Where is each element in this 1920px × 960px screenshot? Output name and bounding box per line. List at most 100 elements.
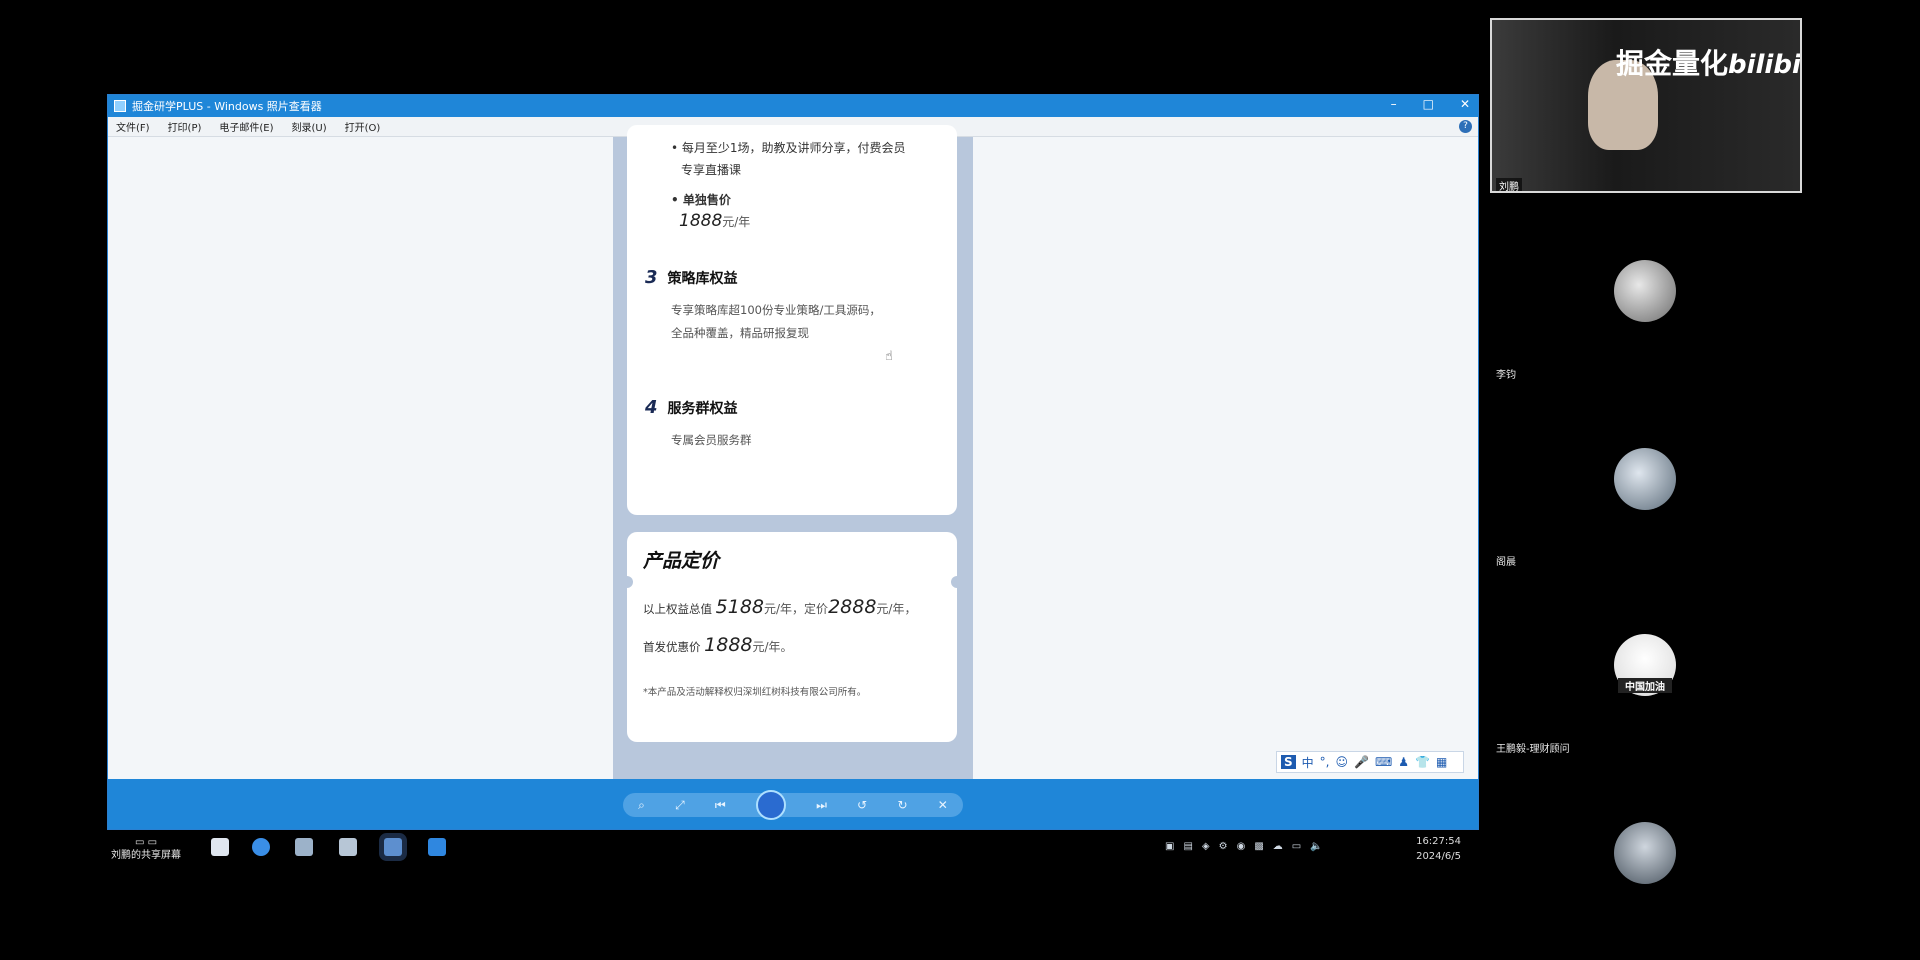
sogou-icon[interactable]: S <box>1281 755 1296 769</box>
single-price: 1888元/年 <box>679 211 750 231</box>
playback-controls: ⌕ ⤢ ⏮ ⏭ ↺ ↻ ✕ <box>623 790 963 820</box>
network-icon[interactable]: ▭ <box>1292 841 1301 852</box>
slideshow-button[interactable] <box>755 790 786 820</box>
tray-icon-4[interactable]: ⚙ <box>1219 841 1228 852</box>
ticket-notch-right <box>951 576 963 588</box>
footnote: *本产品及活动解释权归深圳红树科技有限公司所有。 <box>643 687 867 698</box>
rotate-right-icon[interactable]: ↻ <box>897 798 907 812</box>
clock-date: 2024/6/5 <box>1416 851 1461 862</box>
pricing-title: 产品定价 <box>643 550 720 572</box>
file-explorer-icon[interactable] <box>211 838 229 856</box>
tray-icon-1[interactable]: ▣ <box>1165 841 1174 852</box>
viewer-toolbar: ⌕ ⤢ ⏮ ⏭ ↺ ↻ ✕ <box>108 779 1478 829</box>
punctuation-icon[interactable]: °, <box>1320 755 1330 769</box>
section-4-number: 4 <box>645 397 658 418</box>
pricing-line-2: 首发优惠价 1888元/年。 <box>643 634 793 656</box>
watermark-text: 掘金量化 <box>1616 47 1729 80</box>
mic-icon[interactable]: 🎤 <box>1354 755 1369 769</box>
maximize-button[interactable]: □ <box>1423 97 1434 111</box>
share-label: 刘鹏的共享屏幕 <box>111 850 181 861</box>
close-button[interactable]: ✕ <box>1460 97 1470 111</box>
section-4-title: 服务群权益 <box>667 400 738 417</box>
participant-avatar-2[interactable] <box>1614 448 1676 510</box>
emoji-icon[interactable]: ☺ <box>1336 755 1349 769</box>
clock[interactable]: 16:27:54 2024/6/5 <box>1416 834 1461 864</box>
pricing-list-value: 2888 <box>828 596 877 618</box>
help-icon[interactable]: ? <box>1459 120 1472 133</box>
window-titlebar: 掘金研学PLUS - Windows 照片查看器 – □ ✕ <box>108 95 1478 117</box>
tray-icon-3[interactable]: ◈ <box>1202 841 1210 852</box>
bullet-text: • 每月至少1场，助教及讲师分享，付费会员 <box>671 141 906 155</box>
ime-toolbar[interactable]: S 中 °, ☺ 🎤 ⌨ ♟ 👕 ▦ <box>1276 751 1464 773</box>
fit-icon[interactable]: ⤢ <box>675 798 685 813</box>
section-3-title: 策略库权益 <box>667 270 738 287</box>
pricing-line-1: 以上权益总值 5188元/年，定价2888元/年， <box>643 596 916 618</box>
previous-icon[interactable]: ⏮ <box>715 798 726 813</box>
participant-name-3: 王鹏毅-理财顾问 <box>1496 744 1570 755</box>
participant-name-1: 李钧 <box>1496 370 1516 381</box>
document-image: • 每月至少1场，助教及讲师分享，付费会员 专享直播课 • 单独售价 1888元… <box>613 125 973 779</box>
bilibili-logo: bilibili <box>1728 50 1801 80</box>
window-title: 掘金研学PLUS - Windows 照片查看器 <box>132 100 322 113</box>
bullet-text-cont: 专享直播课 <box>681 163 742 177</box>
menu-open[interactable]: 打开(O) <box>345 119 381 134</box>
zoom-icon[interactable]: ⌕ <box>638 798 645 813</box>
single-price-unit: 元/年 <box>722 215 751 229</box>
app-icon-1[interactable] <box>295 838 313 856</box>
photo-viewer-icon[interactable] <box>384 838 402 856</box>
tray-icon-5[interactable]: ◉ <box>1237 841 1246 852</box>
share-icon: ▭ ▭ <box>134 837 158 848</box>
tray-icon-7[interactable]: ☁ <box>1273 841 1283 852</box>
pricing-total-value: 5188 <box>715 596 765 618</box>
pricing-card: 产品定价 以上权益总值 5188元/年，定价2888元/年， 首发优惠价 188… <box>621 532 963 742</box>
rotate-left-icon[interactable]: ↺ <box>857 798 867 812</box>
clock-time: 16:27:54 <box>1416 836 1461 847</box>
benefits-card: • 每月至少1场，助教及讲师分享，付费会员 专享直播课 • 单独售价 1888元… <box>627 125 957 515</box>
participant-avatar-4[interactable] <box>1614 822 1676 884</box>
participant-name-2: 阁晨 <box>1496 557 1516 568</box>
grid-icon[interactable]: ▦ <box>1436 755 1447 769</box>
menu-print[interactable]: 打印(P) <box>168 119 202 134</box>
keyboard-icon[interactable]: ⌨ <box>1375 755 1392 769</box>
next-icon[interactable]: ⏭ <box>816 798 827 813</box>
quant-app-icon[interactable] <box>428 838 446 856</box>
menu-email[interactable]: 电子邮件(E) <box>219 119 273 134</box>
delete-icon[interactable]: ✕ <box>938 798 948 812</box>
volume-icon[interactable]: 🔈 <box>1310 841 1322 852</box>
ime-mode[interactable]: 中 <box>1302 754 1314 771</box>
participant-avatar-1[interactable] <box>1614 260 1676 322</box>
pricing-unit-2: 元/年， <box>876 602 917 616</box>
single-price-label: • 单独售价 <box>671 193 731 207</box>
participant-avatar-3[interactable]: 中国加油 <box>1614 634 1676 696</box>
skin-icon[interactable]: 👕 <box>1415 755 1430 769</box>
system-tray: ▣ ▤ ◈ ⚙ ◉ ▩ ☁ ▭ 🔈 <box>1165 841 1323 852</box>
document-icon[interactable] <box>339 838 357 856</box>
hand-cursor-icon: ☝ <box>885 349 893 364</box>
camera-name: 刘鹏 <box>1496 178 1522 191</box>
user-icon[interactable]: ♟ <box>1398 755 1409 769</box>
pricing-total-label: 以上权益总值 <box>643 602 712 616</box>
tray-icon-2[interactable]: ▤ <box>1183 841 1192 852</box>
tray-icon-6[interactable]: ▩ <box>1254 841 1263 852</box>
section-3-line-2: 全品种覆盖，精品研报复现 <box>671 326 809 340</box>
minimize-button[interactable]: – <box>1391 97 1397 111</box>
section-3-heading: 3 策略库权益 <box>645 267 738 288</box>
photo-viewer-window: 掘金研学PLUS - Windows 照片查看器 – □ ✕ 文件(F) 打印(… <box>107 94 1479 830</box>
menu-file[interactable]: 文件(F) <box>116 119 150 134</box>
section-3-desc: 专享策略库超100份专业策略/工具源码， 全品种覆盖，精品研报复现 <box>671 299 881 345</box>
section-3-number: 3 <box>645 267 658 288</box>
ticket-notch-left <box>621 576 633 588</box>
taskbar: ▭ ▭ 刘鹏的共享屏幕 ▣ ▤ ◈ ⚙ ◉ ▩ ☁ ▭ 🔈 16:27:54 2… <box>107 830 1479 870</box>
share-screen-indicator[interactable]: ▭ ▭ 刘鹏的共享屏幕 <box>111 836 181 862</box>
promo-price-value: 1888 <box>704 634 753 656</box>
menu-burn[interactable]: 刻录(U) <box>292 119 327 134</box>
section-4-desc: 专属会员服务群 <box>671 433 752 447</box>
image-viewport: • 每月至少1场，助教及讲师分享，付费会员 专享直播课 • 单独售价 1888元… <box>108 125 1478 779</box>
bullet-live: • 每月至少1场，助教及讲师分享，付费会员 专享直播课 <box>671 137 906 181</box>
promo-label: 首发优惠价 <box>643 640 701 654</box>
app-icon <box>114 100 126 112</box>
promo-unit: 元/年。 <box>752 640 793 654</box>
single-price-value: 1888 <box>679 211 723 231</box>
participant-badge: 中国加油 <box>1618 678 1672 693</box>
browser-icon[interactable] <box>252 838 270 856</box>
